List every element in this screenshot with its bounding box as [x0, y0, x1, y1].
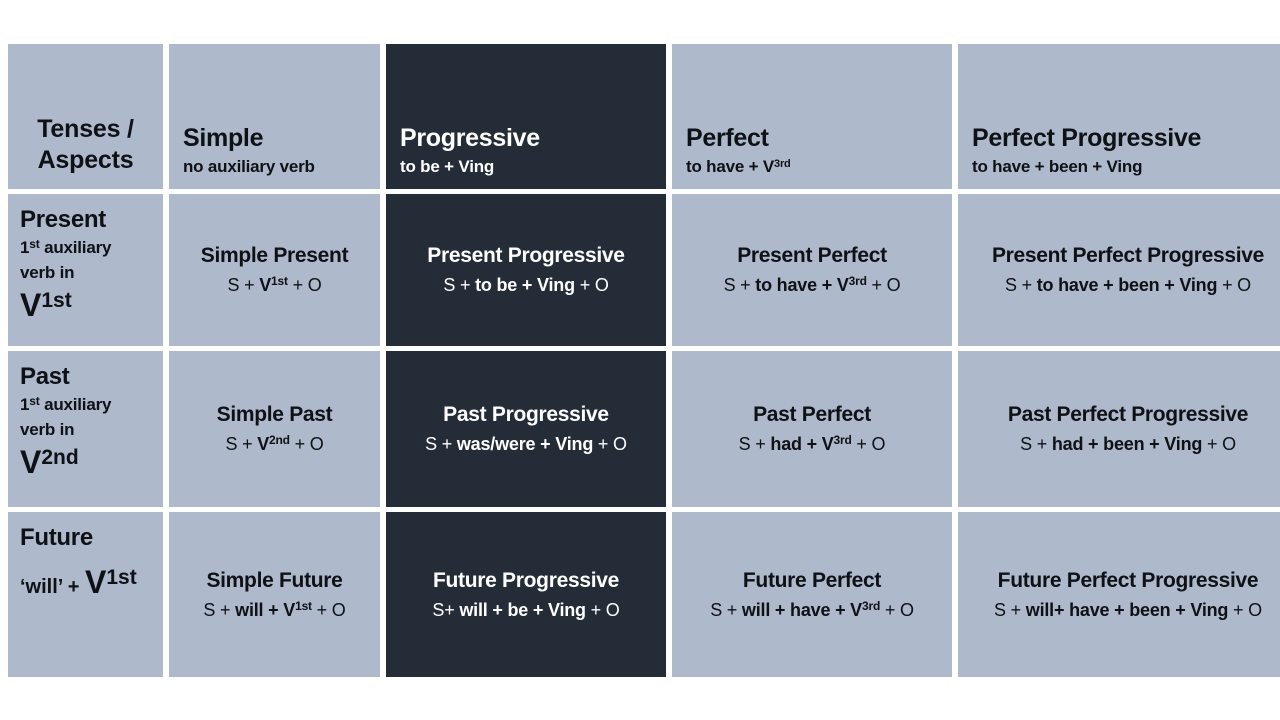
tense-cell-title: Future Perfect	[742, 568, 882, 592]
tense-cell-formula: S + to have + been + Ving + O	[1005, 275, 1251, 296]
aspect-header-subtitle: to have + been + Ving	[972, 156, 1143, 176]
tense-cell-present-perfect: Present Perfect S + to have + V3rd + O	[672, 194, 952, 346]
tense-cell-title: Past Perfect Progressive	[1007, 403, 1249, 427]
row-label-desc-line1: 1st auxiliary	[20, 237, 112, 258]
tense-cell-title: Future Progressive	[433, 568, 619, 592]
row-label-name: Future	[20, 524, 93, 551]
tense-cell-formula: S + had + been + Ving + O	[1020, 434, 1236, 455]
tense-cell-formula: S + V1st + O	[227, 274, 322, 296]
tense-cell-formula: S + will + have + V3rd + O	[710, 598, 914, 620]
tense-aspect-table: Tenses / Aspects Simple no auxiliary verb Pr…	[8, 44, 1280, 677]
tense-cell-past-perfect: Past Perfect S + had + V3rd + O	[672, 351, 952, 507]
corner-title-line2: Aspects	[37, 145, 134, 174]
tense-cell-formula: S + had + V3rd + O	[738, 433, 886, 455]
aspect-header-subtitle: no auxiliary verb	[183, 156, 315, 176]
row-label-future: Future ‘will’ + V1st	[8, 512, 163, 677]
row-label-name: Past	[20, 363, 70, 390]
tense-cell-title: Present Perfect Progressive	[991, 244, 1265, 268]
row-label-desc-line2: verb in	[20, 262, 75, 282]
aspect-header-title: Progressive	[400, 124, 540, 153]
row-label-desc-line1: 1st auxiliary	[20, 394, 112, 415]
tense-cell-future-perfect-progressive: Future Perfect Progressive S + will+ have…	[958, 512, 1280, 677]
aspect-header-simple: Simple no auxiliary verb	[169, 44, 380, 189]
tense-cell-formula: S + was/were + Ving + O	[425, 434, 627, 455]
tense-cell-title: Future Perfect Progressive	[997, 568, 1259, 592]
corner-title-line1: Tenses /	[37, 115, 134, 143]
row-label-verb-form: V1st	[20, 287, 72, 324]
tense-cell-simple-future: Simple Future S + will + V1st + O	[169, 512, 380, 677]
tense-cell-title: Past Perfect	[753, 403, 871, 427]
tense-cell-simple-past: Simple Past S + V2nd + O	[169, 351, 380, 507]
tense-cell-formula: S + will+ have + been + Ving + O	[994, 599, 1262, 620]
row-label-desc-line2: verb in	[20, 419, 75, 439]
tense-cell-future-progressive: Future Progressive S+ will + be + Ving + …	[386, 512, 666, 677]
tense-cell-past-progressive: Past Progressive S + was/were + Ving + O	[386, 351, 666, 507]
tense-cell-title: Simple Future	[206, 568, 343, 592]
tense-cell-formula: S + to have + V3rd + O	[723, 274, 901, 296]
tense-cell-present-progressive: Present Progressive S + to be + Ving + O	[386, 194, 666, 346]
tense-cell-title: Simple Present	[200, 244, 349, 268]
row-label-verb-form: ‘will’ + V1st	[20, 564, 137, 601]
row-label-past: Past 1st auxiliary verb in V2nd	[8, 351, 163, 507]
row-label-verb-form: V2nd	[20, 444, 79, 481]
tense-cell-past-perfect-progressive: Past Perfect Progressive S + had + been +…	[958, 351, 1280, 507]
aspect-header-perfect-progressive: Perfect Progressive to have + been + Ving	[958, 44, 1280, 189]
aspect-header-title: Perfect	[686, 124, 769, 153]
aspect-header-title: Simple	[183, 124, 264, 153]
aspect-header-progressive: Progressive to be + Ving	[386, 44, 666, 189]
aspect-header-subtitle: to be + Ving	[400, 156, 495, 176]
tense-cell-formula: S + to be + Ving + O	[443, 275, 609, 296]
row-label-name: Present	[20, 206, 106, 233]
aspect-header-title: Perfect Progressive	[972, 124, 1202, 153]
tense-cell-title: Simple Past	[216, 403, 333, 427]
tense-cell-simple-present: Simple Present S + V1st + O	[169, 194, 380, 346]
tense-cell-formula: S + V2nd + O	[225, 433, 324, 455]
table-corner-header: Tenses / Aspects	[8, 44, 163, 189]
tense-cell-title: Past Progressive	[443, 403, 609, 427]
aspect-header-perfect: Perfect to have + V3rd	[672, 44, 952, 189]
tense-cell-title: Present Progressive	[427, 244, 625, 268]
aspect-header-subtitle: to have + V3rd	[686, 156, 791, 176]
tense-cell-formula: S + will + V1st + O	[203, 598, 346, 620]
tense-cell-title: Present Perfect	[737, 244, 887, 268]
tense-cell-present-perfect-progressive: Present Perfect Progressive S + to have +…	[958, 194, 1280, 346]
tense-cell-formula: S+ will + be + Ving + O	[432, 599, 620, 620]
tense-cell-future-perfect: Future Perfect S + will + have + V3rd + O	[672, 512, 952, 677]
row-label-present: Present 1st auxiliary verb in V1st	[8, 194, 163, 346]
